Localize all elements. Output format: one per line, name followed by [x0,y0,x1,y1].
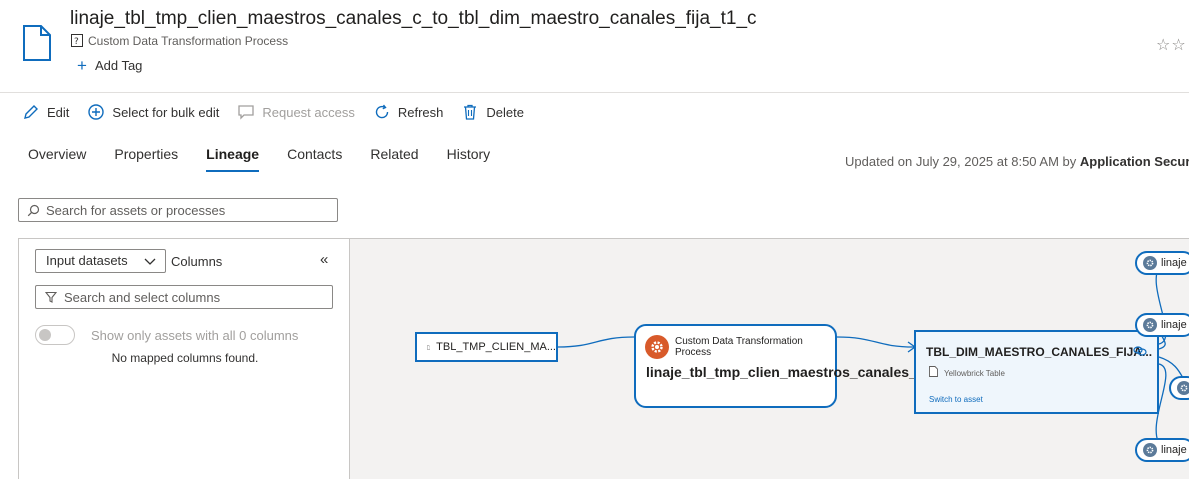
source-dataset-node[interactable]: TBL_TMP_CLIEN_MA... [415,332,558,362]
page-title: linaje_tbl_tmp_clien_maestros_canales_c_… [70,8,757,29]
tab-lineage[interactable]: Lineage [206,146,259,172]
asset-header: linaje_tbl_tmp_clien_maestros_canales_c_… [0,0,1189,93]
related-process-label: linaje [1161,319,1187,331]
asset-type-label: Custom Data Transformation Process [88,34,289,48]
svg-text:?: ? [74,37,79,47]
search-input[interactable] [46,202,326,218]
link-icon[interactable] [1133,345,1147,357]
refresh-icon [375,104,389,119]
tab-related[interactable]: Related [370,146,418,170]
gear-icon [1143,256,1157,270]
filter-icon [45,291,57,303]
process-node[interactable]: Custom Data Transformation Process linaj… [634,324,999,408]
toolbar: Edit Select for bulk edit Request access… [22,100,542,124]
refresh-label: Refresh [397,104,444,120]
tab-properties[interactable]: Properties [114,146,178,170]
target-dataset-label: TBL_DIM_MAESTRO_CANALES_FIJA... [926,345,1153,359]
chat-icon [238,105,255,120]
process-name-label: linaje_tbl_tmp_clien_maestros_canales_c_… [646,364,999,380]
process-type-label: Custom Data Transformation Process [675,336,803,358]
updated-text: Updated on July 29, 2025 at 8:50 AM by [845,154,1080,169]
search-icon [27,204,40,216]
gear-icon [1143,443,1157,457]
add-tag-label: Add Tag [94,58,143,73]
columns-panel: Input datasets Columns « Show only asset… [18,238,350,479]
delete-button[interactable]: Delete [461,103,524,121]
related-process-node[interactable]: linaje [1135,313,1189,337]
gear-icon [1177,381,1189,395]
related-process-node[interactable]: linaje [1135,438,1189,462]
gear-icon [1143,318,1157,332]
edit-label: Edit [47,104,70,120]
tab-bar: Overview Properties Lineage Contacts Rel… [28,146,518,172]
refresh-button[interactable]: Refresh [373,103,444,121]
collapse-panel-icon[interactable]: « [320,251,328,268]
request-access-label: Request access [262,104,355,120]
tab-history[interactable]: History [447,146,491,170]
tab-overview[interactable]: Overview [28,146,86,170]
delete-label: Delete [486,104,524,120]
updated-user: Application Securit [1079,154,1189,169]
dataset-dropdown[interactable]: Input datasets [35,249,166,273]
file-icon [427,344,431,350]
updated-info: Updated on July 29, 2025 at 8:50 AM by A… [845,154,1189,169]
bulk-edit-button[interactable]: Select for bulk edit [87,103,219,121]
switch-to-asset-link[interactable]: Switch to asset [929,395,983,404]
file-icon [23,25,51,61]
bulk-edit-label: Select for bulk edit [112,104,220,120]
table-file-icon [929,366,938,377]
lineage-search[interactable] [18,198,338,222]
toggle-knob [39,329,51,341]
edge-process-to-target [836,336,915,348]
columns-label: Columns [171,254,223,269]
column-search-input[interactable] [64,289,324,305]
related-process-label: linaje [1161,257,1187,269]
tab-contacts[interactable]: Contacts [287,146,342,170]
process-type-icon: ? [71,34,83,47]
target-type-label: Yellowbrick Table [944,369,1005,378]
column-search[interactable] [35,285,333,309]
chevron-down-icon [144,258,156,265]
related-process-node[interactable] [1169,376,1189,400]
source-dataset-label: TBL_TMP_CLIEN_MA... [436,341,556,353]
plus-circle-icon [88,104,105,120]
request-access-button[interactable]: Request access [237,103,355,121]
gear-icon [645,335,669,359]
header-divider [0,92,1189,93]
related-process-node[interactable]: linaje [1135,251,1189,275]
plus-icon: + [77,55,87,75]
show-all-columns-toggle[interactable] [35,325,75,345]
dataset-dropdown-value: Input datasets [46,253,128,268]
empty-columns-message: No mapped columns found. [111,351,259,365]
target-dataset-node[interactable]: TBL_DIM_MAESTRO_CANALES_FIJA... Yellowbr… [914,330,1159,414]
favorite-star-icon[interactable]: ☆☆ [1156,35,1187,55]
related-process-label: linaje [1161,444,1187,456]
lineage-graph: TBL_TMP_CLIEN_MA... Custom Data Transfor… [351,239,1189,479]
trash-icon [464,104,477,120]
edit-button[interactable]: Edit [22,103,69,121]
pencil-icon [24,105,38,119]
add-tag-button[interactable]: + Add Tag [77,55,143,75]
toggle-label: Show only assets with all 0 columns [91,328,299,343]
edge-source-to-process [557,336,635,348]
